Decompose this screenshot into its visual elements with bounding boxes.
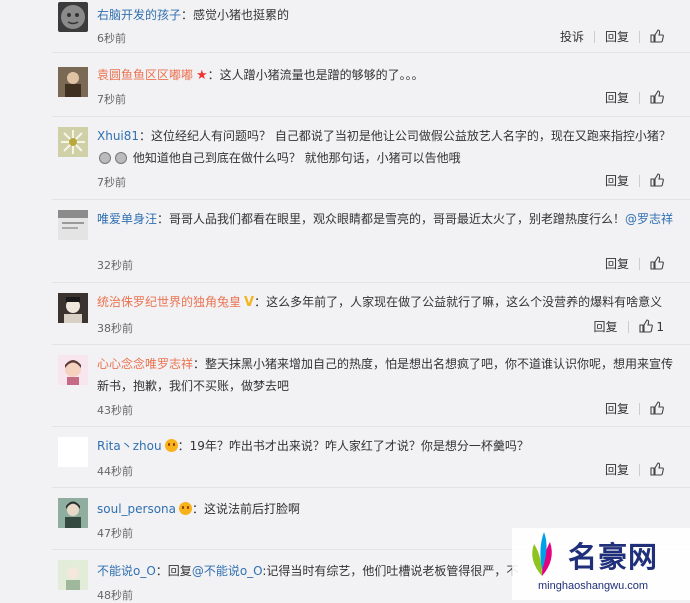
username-link[interactable]: soul_persona [97, 502, 176, 516]
avatar[interactable] [58, 210, 88, 240]
comment-text-continued: :记得当时有综艺，他们吐槽说老板管得很严，不 [262, 564, 519, 578]
emoji-icon [99, 152, 111, 164]
reply-button[interactable]: 回复 [605, 400, 629, 417]
username-link[interactable]: 袁圆鱼鱼区区嘟嘟 [97, 68, 193, 82]
reply-button[interactable]: 回复 [605, 461, 629, 478]
reply-button[interactable]: 回复 [605, 255, 629, 272]
comment-text: ：哥哥人品我们都看在眼里，观众眼睛都是雪亮的，哥哥最近太火了，别老蹭热度行么！ [157, 212, 626, 226]
comment-text: ：感觉小猪也挺累的 [181, 8, 290, 22]
timestamp: 44秒前 [97, 465, 133, 478]
thumbs-up-icon [650, 462, 664, 476]
reply-button[interactable]: 回复 [594, 318, 618, 335]
avatar[interactable] [58, 293, 88, 323]
divider [52, 199, 690, 200]
divider [627, 320, 629, 333]
brand-logo-icon [532, 532, 552, 576]
avatar[interactable] [58, 560, 88, 590]
divider [639, 30, 640, 43]
divider [639, 257, 640, 270]
username-link[interactable]: Rita丶zhou [97, 439, 162, 453]
timestamp: 48秒前 [97, 589, 133, 602]
like-button[interactable] [650, 401, 664, 416]
like-button[interactable] [650, 256, 664, 271]
thumbs-up-icon [650, 90, 664, 104]
like-button[interactable] [650, 462, 664, 477]
username-link[interactable]: 统治侏罗纪世界的独角兔皇 [97, 295, 241, 309]
avatar[interactable] [58, 355, 88, 385]
comment-text: ：这人蹭小猪流量也是蹭的够够的了。。。 [207, 68, 424, 82]
avatar[interactable] [58, 2, 88, 32]
comment-text: ：这说法前后打脸啊 [192, 502, 301, 516]
timestamp: 7秒前 [97, 176, 126, 189]
like-button[interactable] [650, 173, 664, 188]
like-count: 1 [656, 320, 664, 334]
divider [52, 282, 690, 283]
timestamp: 32秒前 [97, 259, 133, 272]
like-button[interactable] [650, 29, 664, 44]
comment-text: ：19年？咋出书才出来说？咋人家红了才说？你是想分一杯羹吗？ [177, 439, 529, 453]
emoji-badge-icon [179, 502, 193, 515]
thumbs-up-icon [650, 256, 664, 270]
divider [593, 30, 595, 43]
like-button[interactable]: 1 [638, 319, 664, 334]
divider [52, 344, 690, 345]
brand-url: minghaoshangwu.com [538, 580, 649, 592]
divider [639, 463, 640, 476]
reply-button[interactable]: 回复 [605, 172, 629, 189]
timestamp: 6秒前 [97, 32, 126, 45]
emoji-icon [115, 152, 127, 164]
thumbs-up-icon [650, 173, 664, 187]
avatar[interactable] [58, 127, 88, 157]
timestamp: 7秒前 [97, 93, 126, 106]
username-link[interactable]: 心心念念唯罗志祥 [97, 357, 193, 371]
star-badge-icon: ★ [196, 68, 208, 83]
comment-text: ：这么多年前了，人家现在做了公益就行了嘛，这么个没营养的爆料有啥意义 [254, 295, 663, 309]
reply-button[interactable]: 回复 [605, 28, 629, 45]
site-watermark: 名豪网 minghaoshangwu.com [512, 528, 690, 600]
comment-text-continued: 他知道他自己到底在做什么吗？ 就他那句话，小猪可以告他哦 [129, 151, 461, 165]
comment-text: ：这位经纪人有问题吗？ 自己都说了当初是他让公司做假公益放艺人名字的，现在又跑来… [139, 129, 671, 143]
divider [52, 487, 690, 488]
emoji-badge-icon [164, 439, 178, 452]
divider [52, 426, 690, 427]
comment-list: 右脑开发的孩子：感觉小猪也挺累的 6秒前 投诉 回复 袁圆鱼鱼区区嘟嘟 ★：这人蹭… [0, 0, 690, 602]
username-link[interactable]: 唯爱单身汪 [97, 212, 157, 226]
mention-link[interactable]: @不能说o_O [192, 564, 263, 578]
avatar[interactable] [58, 498, 88, 528]
divider [639, 91, 640, 104]
avatar[interactable] [58, 437, 88, 467]
thumbs-up-icon [650, 29, 664, 43]
avatar[interactable] [58, 67, 88, 97]
verified-v-icon: V [244, 295, 255, 310]
divider [52, 52, 690, 53]
brand-name: 名豪网 [568, 540, 659, 574]
username-link[interactable]: 不能说o_O [97, 564, 156, 578]
divider [639, 174, 640, 187]
comment-text: ：回复 [155, 564, 192, 578]
timestamp: 43秒前 [97, 404, 133, 417]
thumbs-up-icon [638, 319, 653, 333]
timestamp: 47秒前 [97, 527, 133, 540]
reply-button[interactable]: 回复 [605, 89, 629, 106]
divider [639, 402, 640, 415]
username-link[interactable]: 右脑开发的孩子 [97, 8, 181, 22]
username-link[interactable]: Xhui81 [97, 129, 139, 143]
like-button[interactable] [650, 90, 664, 105]
mention-link[interactable]: @罗志祥 [625, 212, 673, 226]
divider [52, 116, 690, 117]
timestamp: 38秒前 [97, 322, 133, 335]
thumbs-up-icon [650, 401, 664, 415]
report-button[interactable]: 投诉 [560, 28, 584, 45]
